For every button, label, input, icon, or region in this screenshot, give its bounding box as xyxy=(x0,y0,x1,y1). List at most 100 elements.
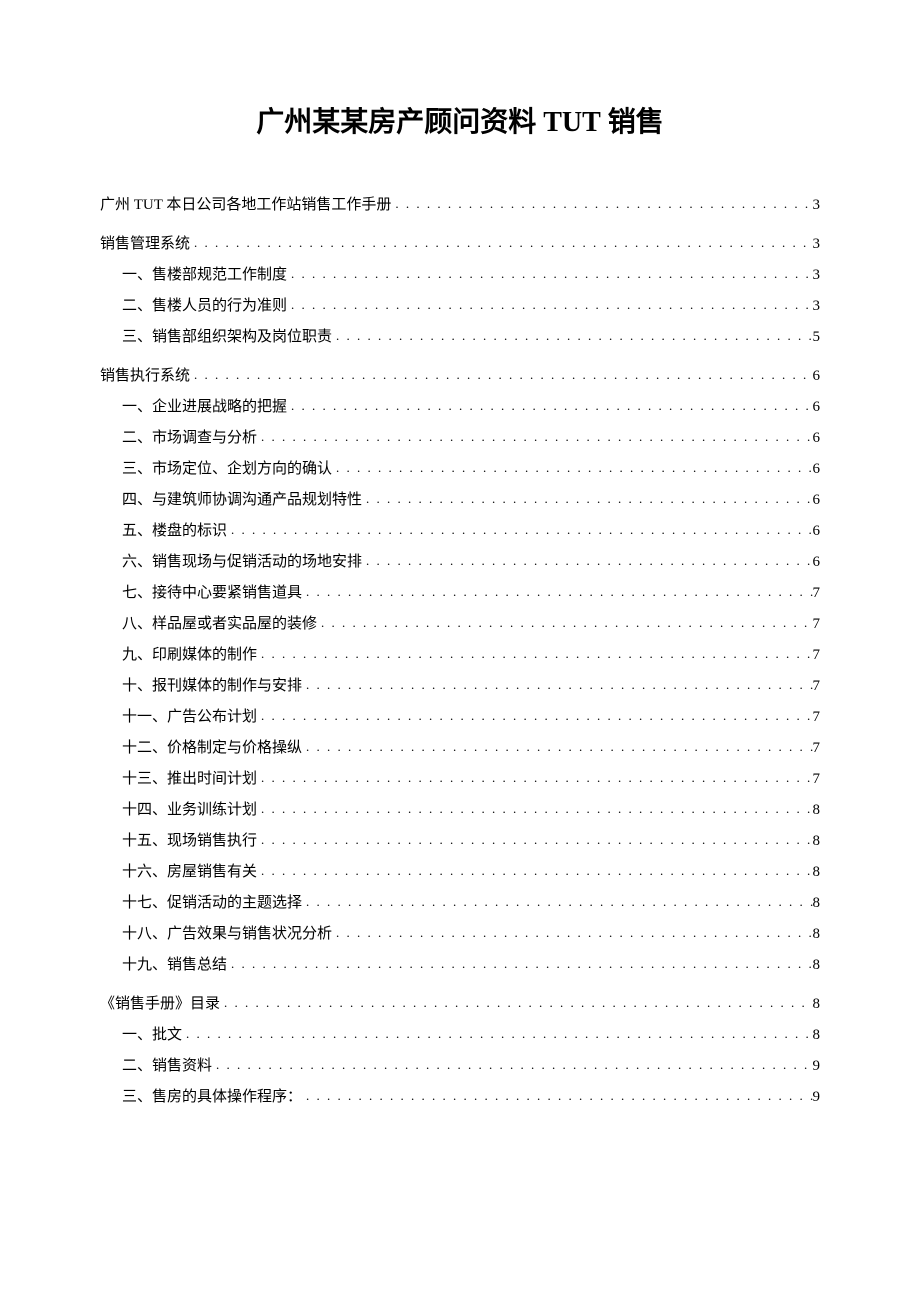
toc-entry-label: 十九、销售总结 xyxy=(122,955,227,976)
toc-entry-page: 6 xyxy=(813,459,821,480)
toc-leader-dots xyxy=(257,707,812,725)
toc-entry-page: 3 xyxy=(813,195,821,216)
toc-entry-label: 三、市场定位、企划方向的确认 xyxy=(122,459,332,480)
toc-entry-page: 7 xyxy=(813,614,821,635)
toc-entry-label: 六、销售现场与促销活动的场地安排 xyxy=(122,552,362,573)
toc-leader-dots xyxy=(257,831,812,849)
title-latin: TUT xyxy=(543,107,601,138)
toc-entry-page: 8 xyxy=(813,831,821,852)
toc-entry-page: 9 xyxy=(813,1087,821,1108)
toc-entry: 销售管理系统3 xyxy=(100,234,820,255)
toc-leader-dots xyxy=(302,1087,812,1105)
toc-entry-page: 6 xyxy=(813,490,821,511)
toc-leader-dots xyxy=(302,676,812,694)
toc-leader-dots xyxy=(190,234,812,252)
toc-entry: 十九、销售总结 8 xyxy=(100,955,820,976)
toc-leader-dots xyxy=(287,296,812,314)
toc-entry: 销售执行系统 6 xyxy=(100,366,820,387)
toc-entry-label: 广州 TUT 本日公司各地工作站销售工作手册 xyxy=(100,195,391,216)
toc-entry-page: 3 xyxy=(813,234,821,255)
title-suffix: 销售 xyxy=(601,107,664,138)
toc-entry: 一、批文 8 xyxy=(100,1025,820,1046)
toc-entry-label: 一、批文 xyxy=(122,1025,182,1046)
toc-entry-page: 3 xyxy=(813,265,821,286)
toc-leader-dots xyxy=(362,490,812,508)
toc-entry-label: 九、印刷媒体的制作 xyxy=(122,645,257,666)
toc-leader-dots xyxy=(220,994,812,1012)
toc-leader-dots xyxy=(302,893,812,911)
toc-entry-label: 销售执行系统 xyxy=(100,366,190,387)
toc-entry-page: 8 xyxy=(813,994,821,1015)
toc-entry-label: 二、销售资料 xyxy=(122,1056,212,1077)
toc-entry: 十六、房屋销售有关 8 xyxy=(100,862,820,883)
toc-entry-page: 5 xyxy=(813,327,821,348)
toc-entry-page: 7 xyxy=(813,738,821,759)
toc-entry: 七、接待中心要紧销售道具 7 xyxy=(100,583,820,604)
toc-entry-page: 8 xyxy=(813,800,821,821)
toc-entry-page: 6 xyxy=(813,397,821,418)
toc-leader-dots xyxy=(332,924,812,942)
toc-leader-dots xyxy=(257,428,812,446)
toc-entry: 八、样品屋或者实品屋的装修 7 xyxy=(100,614,820,635)
toc-entry-label: 二、市场调查与分析 xyxy=(122,428,257,449)
toc-entry: 六、销售现场与促销活动的场地安排 6 xyxy=(100,552,820,573)
toc-entry-page: 6 xyxy=(813,552,821,573)
toc-entry-page: 6 xyxy=(813,366,821,387)
toc-entry: 十四、业务训练计划 8 xyxy=(100,800,820,821)
toc-leader-dots xyxy=(257,862,812,880)
toc-entry-page: 7 xyxy=(813,769,821,790)
toc-entry-page: 3 xyxy=(813,296,821,317)
toc-entry-label: 十八、广告效果与销售状况分析 xyxy=(122,924,332,945)
toc-entry-label: 十三、推出时间计划 xyxy=(122,769,257,790)
toc-entry-label: 二、售楼人员的行为准则 xyxy=(122,296,287,317)
toc-leader-dots xyxy=(257,645,812,663)
toc-leader-dots xyxy=(332,327,812,345)
title-prefix: 广州某某房产顾问资料 xyxy=(256,107,543,138)
toc-entry: 一、企业进展战略的把握6 xyxy=(100,397,820,418)
toc-entry: 一、售楼部规范工作制度3 xyxy=(100,265,820,286)
toc-entry: 十八、广告效果与销售状况分析 8 xyxy=(100,924,820,945)
toc-entry: 九、印刷媒体的制作 7 xyxy=(100,645,820,666)
toc-leader-dots xyxy=(287,265,812,283)
toc-entry: 《销售手册》目录 8 xyxy=(100,994,820,1015)
toc-entry-page: 7 xyxy=(813,707,821,728)
toc-entry-label: 十四、业务训练计划 xyxy=(122,800,257,821)
document-title: 广州某某房产顾问资料 TUT 销售 xyxy=(100,100,820,140)
toc-entry: 十五、现场销售执行8 xyxy=(100,831,820,852)
toc-entry: 四、与建筑师协调沟通产品规划特性 6 xyxy=(100,490,820,511)
toc-leader-dots xyxy=(190,366,812,384)
toc-entry-label: 十一、广告公布计划 xyxy=(122,707,257,728)
toc-entry: 二、售楼人员的行为准则 3 xyxy=(100,296,820,317)
toc-entry-label: 三、销售部组织架构及岗位职责 xyxy=(122,327,332,348)
toc-leader-dots xyxy=(302,738,812,756)
toc-entry-page: 7 xyxy=(813,583,821,604)
toc-entry-label: 四、与建筑师协调沟通产品规划特性 xyxy=(122,490,362,511)
toc-entry-label: 七、接待中心要紧销售道具 xyxy=(122,583,302,604)
toc-entry-page: 8 xyxy=(813,955,821,976)
toc-leader-dots xyxy=(332,459,812,477)
toc-entry: 十一、广告公布计划 7 xyxy=(100,707,820,728)
toc-entry-label: 《销售手册》目录 xyxy=(100,994,220,1015)
toc-entry-label: 八、样品屋或者实品屋的装修 xyxy=(122,614,317,635)
toc-entry-label: 十二、价格制定与价格操纵 xyxy=(122,738,302,759)
toc-leader-dots xyxy=(302,583,812,601)
toc-entry-label: 十七、促销活动的主题选择 xyxy=(122,893,302,914)
toc-entry-label: 十、报刊媒体的制作与安排 xyxy=(122,676,302,697)
toc-entry-page: 8 xyxy=(813,924,821,945)
toc-entry-page: 8 xyxy=(813,862,821,883)
toc-entry-page: 8 xyxy=(813,1025,821,1046)
toc-leader-dots xyxy=(391,195,812,213)
toc-leader-dots xyxy=(227,955,812,973)
toc-entry-label: 十六、房屋销售有关 xyxy=(122,862,257,883)
toc-entry: 二、销售资料9 xyxy=(100,1056,820,1077)
toc-entry-page: 6 xyxy=(813,428,821,449)
table-of-contents: 广州 TUT 本日公司各地工作站销售工作手册3销售管理系统3一、售楼部规范工作制… xyxy=(100,195,820,1108)
toc-entry: 三、销售部组织架构及岗位职责 5 xyxy=(100,327,820,348)
toc-entry-page: 8 xyxy=(813,893,821,914)
toc-entry-label: 三、售房的具体操作程序： xyxy=(122,1087,302,1108)
toc-leader-dots xyxy=(182,1025,812,1043)
toc-entry-page: 7 xyxy=(813,645,821,666)
toc-leader-dots xyxy=(227,521,812,539)
toc-leader-dots xyxy=(212,1056,812,1074)
toc-entry: 十、报刊媒体的制作与安排7 xyxy=(100,676,820,697)
